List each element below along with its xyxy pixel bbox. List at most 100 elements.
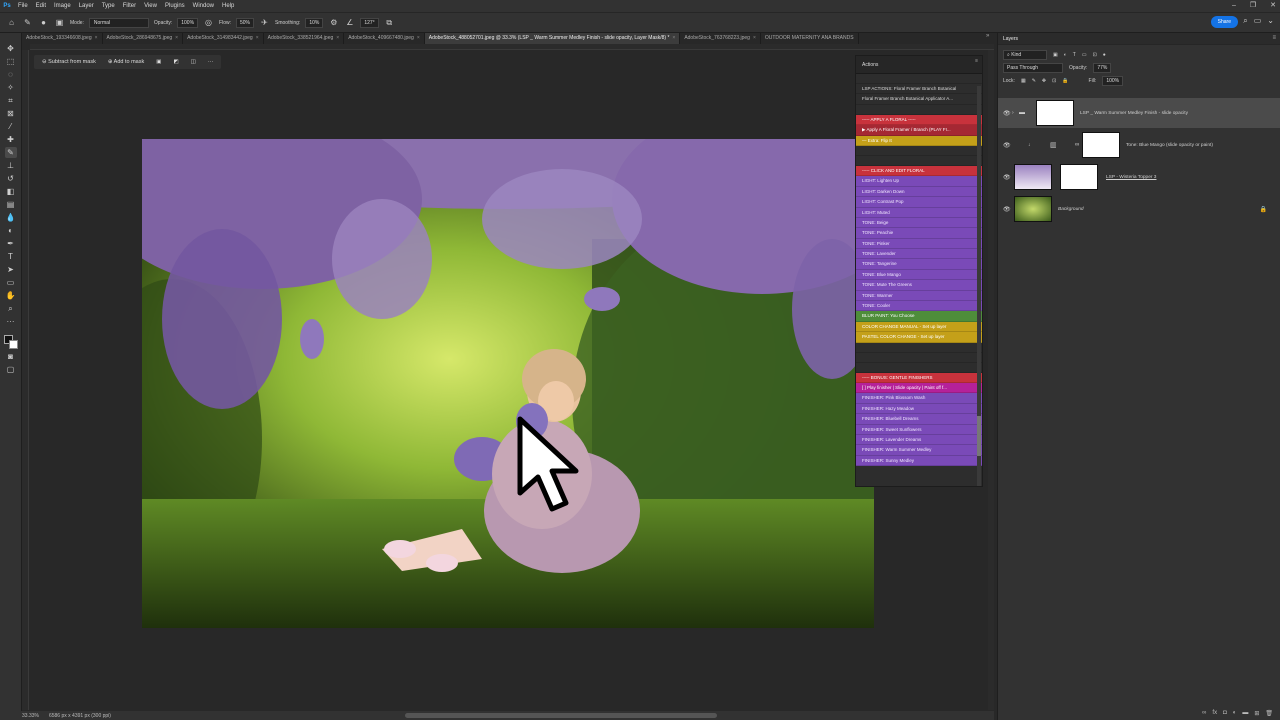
action-item[interactable]: TONE: Mute The Greens — [856, 280, 982, 291]
menu-file[interactable]: File — [14, 3, 32, 9]
action-separator[interactable] — [856, 342, 982, 353]
move-tool-icon[interactable]: ✥ — [5, 43, 17, 54]
document-tab-active[interactable]: AdobeStock_488052701.jpeg @ 33.3% (LSP _… — [424, 33, 681, 44]
close-tab-icon[interactable]: × — [336, 35, 339, 41]
canvas-vertical-scrollbar[interactable] — [988, 50, 994, 710]
trash-icon[interactable]: 🗑 — [1265, 710, 1273, 717]
stamp-tool-icon[interactable]: ⊥ — [5, 160, 17, 171]
home-icon[interactable]: ⌂ — [6, 17, 17, 28]
document-tab[interactable]: OUTDOOR MATERNITY ANA BRANDS — [761, 33, 859, 44]
brush-settings-icon[interactable]: ▣ — [54, 17, 65, 28]
document-tab[interactable]: AdobeStock_338521964.jpeg × — [264, 33, 345, 44]
pen-tool-icon[interactable]: ✒ — [5, 238, 17, 249]
action-separator[interactable] — [856, 145, 982, 156]
action-item[interactable]: LIGHT: Darken Down — [856, 186, 982, 198]
canvas-horizontal-scrollbar[interactable] — [405, 713, 717, 718]
action-item[interactable]: Floral Framer Branch Botanical Applicato… — [856, 94, 982, 105]
gear-icon[interactable]: ⚙ — [328, 17, 339, 28]
menu-layer[interactable]: Layer — [75, 3, 98, 9]
document-tab[interactable]: AdobeStock_286948675.jpeg × — [103, 33, 184, 44]
brush-preset-icon[interactable]: ● — [38, 17, 49, 28]
action-separator[interactable] — [856, 155, 982, 166]
layer-mask-thumbnail[interactable] — [1060, 164, 1098, 190]
more-tabs-icon[interactable]: » — [986, 33, 989, 39]
opacity-field[interactable]: 100% — [177, 17, 199, 28]
layer-opacity-field[interactable]: 77% — [1093, 62, 1112, 73]
action-item[interactable]: FINISHER: Hazy Meadow — [856, 403, 982, 415]
add-to-mask-button[interactable]: ⊕ Add to mask — [104, 58, 148, 66]
lasso-tool-icon[interactable]: ◌ — [5, 69, 17, 80]
layer-row[interactable]: 👁 LSP - Wisteria Topper 3 — [998, 162, 1280, 192]
action-item[interactable]: FINISHER: Pink Blossom Wash — [856, 393, 982, 404]
panel-menu-icon[interactable]: ≡ — [975, 58, 978, 64]
action-item[interactable]: ----- BONUS: GENTLE FINISHERS — [856, 372, 982, 383]
close-tab-icon[interactable]: × — [672, 35, 675, 41]
filter-smart-icon[interactable]: ⊡ — [1093, 52, 1097, 58]
add-mask-icon[interactable]: ◘ — [1223, 710, 1227, 716]
menu-type[interactable]: Type — [98, 3, 119, 9]
chain-link-icon[interactable]: ∞ — [1075, 142, 1079, 148]
lock-brush-icon[interactable]: ✎ — [1032, 78, 1036, 84]
new-layer-icon[interactable]: ⊞ — [1254, 710, 1259, 717]
layer-filter-kind[interactable]: ⌕ Kind — [1003, 49, 1047, 60]
zoom-tool-icon[interactable]: ⌕ — [5, 303, 17, 314]
filter-adjust-icon[interactable]: ◐ — [1064, 52, 1067, 58]
menu-window[interactable]: Window — [189, 3, 218, 9]
action-item[interactable]: LIGHT: Lighten Up — [856, 176, 982, 187]
workspace-icon[interactable]: ▭ — [1254, 16, 1262, 26]
action-item[interactable]: TONE: Blue Mango — [856, 269, 982, 281]
action-item[interactable]: TONE: Pinker — [856, 238, 982, 250]
action-item[interactable]: TONE: Cooler — [856, 301, 982, 312]
layer-thumbnail[interactable] — [1014, 196, 1052, 222]
more-options-button[interactable]: ··· — [204, 58, 218, 66]
healing-tool-icon[interactable]: ✚ — [5, 134, 17, 145]
action-item[interactable]: LSP ACTIONS: Floral Framer Branch Botani… — [856, 84, 982, 95]
document-image[interactable] — [142, 139, 874, 628]
pressure-opacity-icon[interactable]: ◎ — [203, 17, 214, 28]
action-separator[interactable] — [856, 104, 982, 115]
flow-field[interactable]: 50% — [236, 17, 255, 28]
history-brush-icon[interactable]: ↺ — [5, 173, 17, 184]
brush-tool-icon[interactable]: ✎ — [4, 147, 17, 158]
eraser-tool-icon[interactable]: ◧ — [5, 186, 17, 197]
symmetry-icon[interactable]: ⧉ — [384, 17, 395, 28]
menu-edit[interactable]: Edit — [32, 3, 50, 9]
fill-mask-icon[interactable]: ◫ — [187, 58, 200, 66]
new-adjustment-icon[interactable]: ◐ — [1233, 710, 1237, 716]
action-item[interactable]: ----- CLICK AND EDIT FLORAL — [856, 165, 982, 177]
layer-name[interactable]: LSP _ Warm Summer Medley Finish - slide … — [1080, 111, 1188, 116]
layer-mask-thumbnail[interactable] — [1036, 100, 1074, 126]
action-item[interactable]: ▶ Apply A Floral Framer / Branch (PLAY F… — [856, 125, 982, 136]
layer-name[interactable]: LSP - Wisteria Topper 3 — [1106, 175, 1156, 180]
actions-scroll-thumb[interactable] — [977, 416, 981, 456]
action-item[interactable]: COLOR CHANGE MANUAL - Set up layer — [856, 321, 982, 333]
document-tab[interactable]: AdobeStock_763768223.jpeg × — [680, 33, 761, 44]
actions-scrollbar[interactable] — [977, 86, 981, 486]
filter-shape-icon[interactable]: ▭ — [1082, 52, 1087, 58]
marquee-tool-icon[interactable]: ⬚ — [5, 56, 17, 67]
close-tab-icon[interactable]: × — [256, 35, 259, 41]
color-swatches[interactable] — [3, 335, 18, 349]
close-tab-icon[interactable]: × — [95, 35, 98, 41]
action-item[interactable]: FINISHER: Warm Summer Medley — [856, 445, 982, 456]
new-group-icon[interactable]: ▬ — [1242, 710, 1248, 716]
layer-name[interactable]: Background — [1058, 207, 1084, 212]
menu-filter[interactable]: Filter — [119, 3, 140, 9]
layer-row[interactable]: 👁 Background 🔒 — [998, 194, 1280, 224]
filter-pixel-icon[interactable]: ▣ — [1053, 52, 1058, 58]
action-item[interactable]: TONE: Lavender — [856, 249, 982, 260]
share-button[interactable]: Share — [1210, 16, 1238, 28]
filter-toggle-icon[interactable]: ● — [1103, 52, 1106, 58]
eye-icon[interactable]: 👁 — [1003, 206, 1011, 213]
group-chevron-icon[interactable]: › — [1012, 110, 1014, 116]
action-item[interactable]: FINISHER: Bluebell Dreams — [856, 414, 982, 425]
blend-mode-select[interactable]: Pass Through — [1003, 62, 1063, 73]
action-item[interactable]: FINISHER: Sunny Medley — [856, 455, 982, 467]
layer-name[interactable]: Tone: Blue Mango (slide opacity or paint… — [1126, 143, 1213, 148]
hand-tool-icon[interactable]: ✋ — [5, 290, 17, 301]
eye-icon[interactable]: 👁 — [1003, 110, 1011, 117]
dodge-tool-icon[interactable]: ◐ — [5, 225, 17, 236]
brush-tool-icon[interactable]: ✎ — [22, 17, 33, 28]
fx-icon[interactable]: fx — [1212, 710, 1217, 716]
action-item[interactable]: FINISHER: Sweet Sunflowers — [856, 424, 982, 435]
